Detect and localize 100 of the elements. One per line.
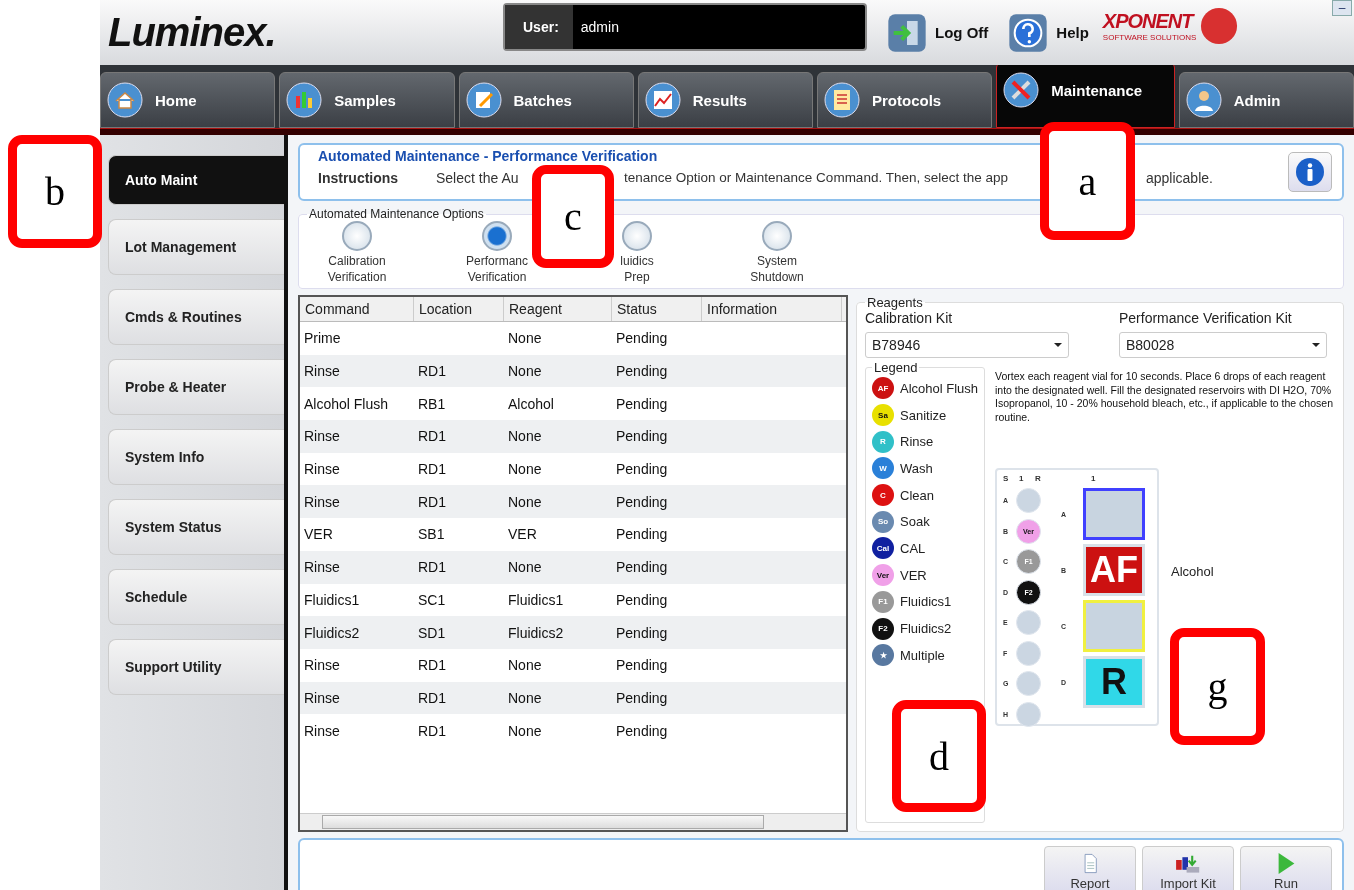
kit-label: Performance Verification Kit: [1119, 310, 1293, 326]
line-chart-icon: [644, 82, 681, 118]
nav-tab[interactable]: Admin: [1178, 72, 1354, 128]
table-cell-text: Prime: [303, 330, 342, 347]
radio-button[interactable]: [622, 221, 652, 251]
sidebar-item[interactable]: Auto Maint: [108, 155, 284, 205]
plate-header: 1: [1091, 474, 1097, 485]
pencil-icon: [465, 82, 502, 118]
kit-dropdown[interactable]: B80028: [1119, 332, 1327, 358]
callout-label: g: [1170, 628, 1265, 745]
table-cell-text: Rinse: [303, 428, 341, 445]
column-header: Reagent: [504, 297, 612, 321]
radio-button[interactable]: [762, 221, 792, 251]
kit-dropdown[interactable]: B78946: [865, 332, 1069, 358]
table-row[interactable]: Fluidics1 SC1 Fluidics1 Pending: [300, 583, 846, 617]
nav-tab[interactable]: Batches: [458, 72, 634, 128]
report-button[interactable]: Report: [1044, 846, 1136, 890]
table-cell-text: VER: [507, 526, 538, 543]
nav-tab[interactable]: Maintenance: [996, 62, 1175, 128]
reservoir[interactable]: AF: [1083, 544, 1145, 596]
option-label[interactable]: System Shutdown: [750, 253, 804, 285]
sidebar-item[interactable]: System Status: [108, 499, 284, 555]
reservoir-info: Alcohol: [1171, 564, 1214, 579]
plate-header: 1: [1019, 474, 1025, 485]
radio-button[interactable]: [482, 221, 512, 251]
option-label[interactable]: Performanc Verification: [466, 253, 528, 285]
table-cell-text: Pending: [615, 689, 669, 706]
table-row[interactable]: Rinse RD1 None Pending: [300, 681, 846, 715]
nav-tab[interactable]: Samples: [279, 72, 455, 128]
table-row[interactable]: Rinse RD1 None Pending: [300, 485, 846, 519]
well[interactable]: [1016, 610, 1041, 635]
sidebar-item[interactable]: Lot Management: [108, 219, 284, 275]
exit-door-icon: [887, 12, 927, 53]
well[interactable]: [1016, 701, 1041, 727]
horizontal-scrollbar[interactable]: [300, 813, 846, 830]
brand-logo: XPONENT SOFTWARE SOLUTIONS: [1102, 9, 1197, 42]
reagent-badge: F2: [872, 617, 894, 640]
reservoir[interactable]: [1083, 488, 1145, 540]
table-cell-text: SD1: [417, 624, 447, 641]
table-row[interactable]: Rinse RD1 None Pending: [300, 648, 846, 682]
table-cell-text: Rinse: [303, 461, 341, 478]
radio-button[interactable]: [342, 221, 372, 251]
table-cell-text: Fluidics2: [303, 624, 361, 641]
legend-label: Fluidics1: [900, 594, 952, 610]
table-row[interactable]: Prime None Pending: [300, 322, 846, 355]
table-cell-text: SC1: [417, 591, 447, 608]
instructions-label: Instructions: [318, 170, 400, 186]
logo: Luminex.: [108, 10, 277, 55]
table-row[interactable]: Rinse RD1 None Pending: [300, 354, 846, 388]
log-off-button[interactable]: Log Off: [887, 12, 989, 53]
tools-icon: [1003, 72, 1040, 108]
table-cell-text: Pending: [615, 657, 669, 674]
legend-label: VER: [900, 567, 927, 583]
table-cell-text: Pending: [615, 363, 669, 380]
table-row[interactable]: Alcohol Flush RB1 Alcohol Pending: [300, 387, 846, 421]
table-row[interactable]: Rinse RD1 None Pending: [300, 714, 846, 747]
import-kit-button[interactable]: Import Kit: [1142, 846, 1234, 890]
table-row[interactable]: Rinse RD1 None Pending: [300, 550, 846, 584]
well[interactable]: [1016, 640, 1041, 666]
table-row[interactable]: VER SB1 VER Pending: [300, 518, 846, 551]
help-button[interactable]: Help: [1008, 12, 1089, 53]
options-title: Automated Maintenance Options: [308, 207, 485, 221]
table-row[interactable]: Rinse RD1 None Pending: [300, 452, 846, 486]
well[interactable]: [1016, 671, 1041, 696]
instructions-text: Select the Au: [436, 170, 520, 186]
option-label[interactable]: Calibration Verification: [327, 253, 387, 285]
table-cell-text: Fluidics1: [303, 591, 361, 608]
table-cell-text: Rinse: [303, 493, 341, 510]
legend-label: Alcohol Flush: [900, 380, 979, 396]
legend-label: Multiple: [900, 647, 945, 663]
table-row[interactable]: Rinse RD1 None Pending: [300, 420, 846, 453]
table-cell-text: Pending: [615, 722, 669, 739]
table-cell-text: None: [507, 330, 543, 347]
run-button[interactable]: Run: [1240, 846, 1332, 890]
nav-tab[interactable]: Protocols: [817, 72, 993, 128]
info-icon: [1295, 157, 1325, 187]
sidebar-item[interactable]: Cmds & Routines: [108, 289, 284, 345]
sidebar-item[interactable]: Support Utility: [108, 639, 284, 695]
table-cell-text: Pending: [615, 559, 669, 576]
column-header: Location: [414, 297, 504, 321]
sidebar-item[interactable]: Probe & Heater: [108, 359, 284, 415]
callout-label: c: [532, 165, 614, 268]
table-cell-text: Pending: [615, 428, 669, 445]
reagent-badge: So: [872, 510, 894, 533]
sidebar-item[interactable]: Schedule: [108, 569, 284, 625]
table-cell-text: RD1: [417, 493, 447, 510]
info-button[interactable]: [1288, 152, 1332, 192]
option-label[interactable]: luidics Prep: [620, 253, 654, 285]
table-cell-text: RB1: [417, 395, 447, 412]
reagent-badge: C: [872, 484, 894, 507]
legend-label: Sanitize: [900, 407, 947, 423]
bar-chart-icon: [286, 82, 323, 118]
sidebar-item[interactable]: System Info: [108, 429, 284, 485]
table-row[interactable]: Fluidics2 SD1 Fluidics2 Pending: [300, 616, 846, 649]
well[interactable]: [1016, 488, 1041, 513]
nav-tab[interactable]: Home: [100, 72, 276, 128]
nav-tab[interactable]: Results: [637, 72, 813, 128]
table-cell-text: None: [507, 722, 543, 739]
minimize-button[interactable]: –: [1332, 0, 1352, 16]
reservoir[interactable]: R: [1083, 656, 1145, 708]
